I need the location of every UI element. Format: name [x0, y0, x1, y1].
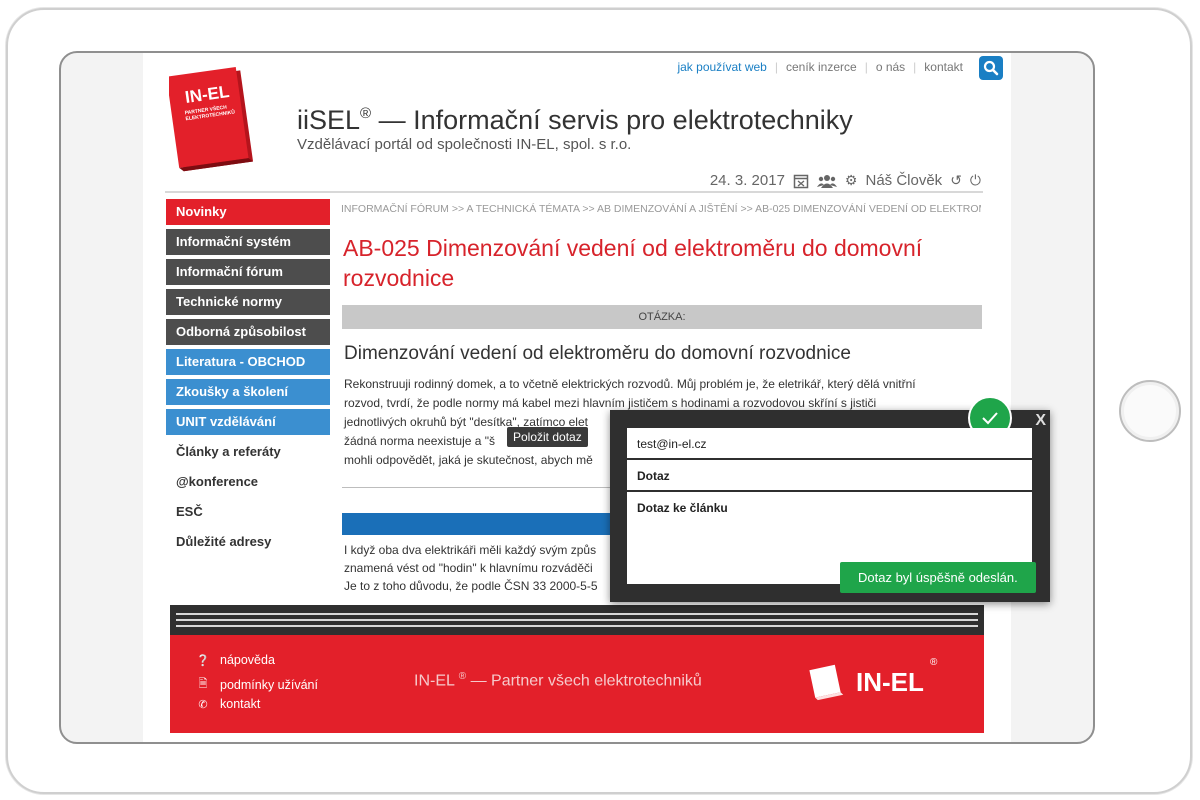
sidebar-item-technicke-normy[interactable]: Technické normy: [166, 289, 330, 315]
footer-link-label: podmínky užívání: [220, 677, 318, 692]
search-button[interactable]: [979, 56, 1003, 80]
sidebar-item-clanky[interactable]: Články a referáty: [166, 439, 330, 465]
footer: ❔ nápověda 🗎 podmínky užívání ✆ kontakt …: [170, 635, 984, 733]
web-page: jak používat web | ceník inzerce | o nás…: [143, 53, 1011, 742]
sidebar-item-literatura[interactable]: Literatura - OBCHOD: [166, 349, 330, 375]
user-bar: 24. 3. 2017 ⚙ Náš Člověk ↺ ⏻: [710, 172, 981, 189]
sidebar-item-odborna-zpusobilost[interactable]: Odborná způsobilost: [166, 319, 330, 345]
sidebar-item-novinky[interactable]: Novinky: [166, 199, 330, 225]
current-date: 24. 3. 2017: [709, 172, 785, 189]
sidebar-item-unit[interactable]: UNIT vzdělávání: [166, 409, 330, 435]
footer-tagline: IN-EL ® — Partner všech elektrotechniků: [414, 671, 702, 690]
site-subtitle: Vzdělávací portál od společnosti IN-EL, …: [297, 136, 632, 153]
sidebar-item-esc[interactable]: ESČ: [166, 499, 330, 525]
question-line: Rekonstruuji rodinný domek, a to včetně …: [344, 377, 916, 391]
footer-logo-text: IN-EL: [856, 667, 924, 697]
subject-field[interactable]: Dotaz: [627, 460, 1032, 490]
footer-menu-bar: [170, 605, 984, 635]
footer-link-label: kontakt: [220, 697, 261, 711]
footer-brand: IN-EL: [414, 672, 455, 690]
sidebar-nav: Novinky Informační systém Informační fór…: [166, 199, 330, 559]
ask-question-tooltip[interactable]: Položit dotaz: [507, 427, 588, 447]
menu-line: [176, 625, 978, 627]
toplink-contact[interactable]: kontakt: [916, 60, 971, 74]
tablet-screen: jak používat web | ceník inzerce | o nás…: [59, 51, 1095, 744]
user-name[interactable]: Náš Člověk: [865, 172, 942, 189]
question-label: OTÁZKA:: [342, 305, 982, 329]
footer-link-terms[interactable]: 🗎 podmínky užívání: [196, 675, 318, 694]
top-links: jak používat web | ceník inzerce | o nás…: [669, 60, 971, 74]
email-field[interactable]: test@in-el.cz: [627, 428, 1032, 458]
header-divider: [165, 189, 983, 193]
toplink-how-to-use[interactable]: jak používat web: [669, 60, 774, 74]
menu-line: [176, 613, 978, 615]
sidebar-item-informacni-system[interactable]: Informační systém: [166, 229, 330, 255]
search-icon: [983, 60, 999, 76]
history-icon[interactable]: ↺: [950, 172, 962, 189]
ask-question-dialog: X test@in-el.cz Dotaz Dotaz ke článku Do…: [610, 396, 1050, 602]
registered-mark: ®: [360, 105, 372, 122]
users-icon[interactable]: [816, 173, 837, 189]
home-button[interactable]: [1119, 380, 1181, 442]
breadcrumb[interactable]: INFORMAČNÍ FÓRUM >> A TECHNICKÁ TÉMATA >…: [341, 203, 981, 215]
footer-tagline-rest: — Partner všech elektrotechniků: [466, 672, 702, 690]
footer-logo[interactable]: IN-EL ®: [806, 657, 946, 707]
power-icon[interactable]: ⏻: [970, 172, 981, 189]
document-icon: 🗎: [198, 678, 208, 690]
close-icon[interactable]: X: [1035, 412, 1046, 430]
question-heading: Dimenzování vedení od elektroměru do dom…: [344, 343, 851, 364]
check-icon: [982, 412, 998, 425]
registered-mark: ®: [930, 657, 938, 668]
sidebar-item-zkousky[interactable]: Zkoušky a školení: [166, 379, 330, 405]
book-icon: [809, 664, 844, 701]
menu-line: [176, 619, 978, 621]
footer-link-contact[interactable]: ✆ kontakt: [196, 697, 260, 711]
in-el-logo[interactable]: IN-EL PARTNER VŠECH ELEKTROTECHNIKŮ: [166, 67, 254, 175]
footer-link-help[interactable]: ❔ nápověda: [196, 653, 275, 667]
toplink-pricing[interactable]: ceník inzerce: [778, 60, 865, 74]
footer-link-label: nápověda: [220, 653, 275, 667]
calendar-icon[interactable]: [793, 173, 809, 189]
sidebar-item-konference[interactable]: @konference: [166, 469, 330, 495]
sidebar-item-informacni-forum[interactable]: Informační fórum: [166, 259, 330, 285]
article-title: AB-025 Dimenzování vedení od elektroměru…: [343, 235, 923, 291]
gear-icon[interactable]: ⚙: [845, 172, 858, 189]
site-title-rest: — Informační servis pro elektrotechniky: [371, 105, 853, 135]
help-icon: ❔: [196, 654, 210, 667]
success-message: Dotaz byl úspěšně odeslán.: [840, 562, 1036, 593]
phone-icon: ✆: [198, 698, 208, 711]
toplink-about[interactable]: o nás: [868, 60, 913, 74]
sidebar-item-adresy[interactable]: Důležité adresy: [166, 529, 330, 555]
site-title-name: iiSEL: [297, 105, 361, 135]
site-title: iiSEL® — Informační servis pro elektrote…: [297, 105, 853, 136]
